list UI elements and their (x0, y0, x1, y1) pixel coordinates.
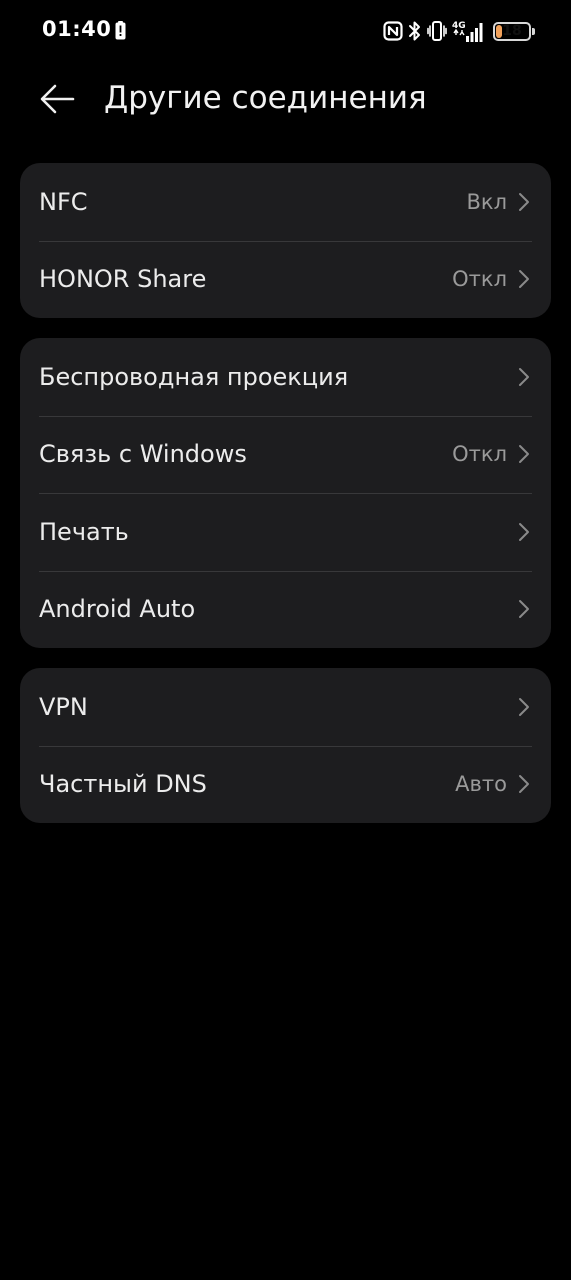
battery-icon: 18 (493, 21, 535, 41)
back-button[interactable] (32, 76, 84, 124)
settings-row-android-auto[interactable]: Android Auto (20, 570, 551, 649)
chevron-right-icon (519, 600, 529, 619)
bluetooth-icon (409, 21, 420, 41)
row-label: Частный DNS (39, 770, 207, 799)
settings-row-printing[interactable]: Печать (20, 493, 551, 571)
row-value: Авто (455, 772, 507, 797)
arrow-left-icon (40, 84, 75, 114)
status-time: 01:40 (42, 17, 112, 41)
row-label: Беспроводная проекция (39, 362, 349, 391)
row-label: VPN (39, 692, 88, 721)
settings-group-sharing: NFC Вкл HONOR Share Откл (20, 163, 551, 318)
chevron-right-icon (519, 445, 529, 464)
app-header: Другие соединения (0, 62, 571, 142)
chevron-right-icon (519, 697, 529, 716)
row-label: Связь с Windows (39, 440, 247, 469)
chevron-right-icon (519, 522, 529, 541)
nfc-icon (383, 21, 403, 41)
settings-row-wireless-projection[interactable]: Беспроводная проекция (20, 338, 551, 416)
settings-row-vpn[interactable]: VPN (20, 668, 551, 746)
settings-group-network: VPN Частный DNS Авто (20, 668, 551, 823)
settings-group-projection: Беспроводная проекция Связь с Windows От… (20, 338, 551, 648)
row-label: NFC (39, 187, 88, 216)
alert-icon (115, 21, 126, 40)
settings-row-nfc[interactable]: NFC Вкл (20, 163, 551, 241)
signal-icon: 4G (452, 21, 483, 42)
chevron-right-icon (519, 775, 529, 794)
chevron-right-icon (519, 270, 529, 289)
row-label: Печать (39, 517, 129, 546)
row-label: Android Auto (39, 595, 196, 624)
page-title: Другие соединения (104, 80, 427, 116)
row-value: Откл (452, 267, 507, 292)
network-type-label: 4G (452, 21, 466, 31)
battery-level: 18 (502, 22, 522, 39)
row-value: Откл (452, 442, 507, 467)
battery-tip (532, 27, 535, 35)
row-value: Вкл (466, 189, 507, 214)
row-label: HONOR Share (39, 265, 207, 294)
settings-row-link-to-windows[interactable]: Связь с Windows Откл (20, 415, 551, 494)
status-bar: 01:40 4G 18 (0, 0, 571, 62)
vibrate-icon (427, 21, 447, 41)
chevron-right-icon (519, 367, 529, 386)
settings-row-honor-share[interactable]: HONOR Share Откл (20, 240, 551, 319)
settings-row-private-dns[interactable]: Частный DNS Авто (20, 745, 551, 824)
chevron-right-icon (519, 192, 529, 211)
status-icons: 4G 18 (383, 18, 535, 44)
